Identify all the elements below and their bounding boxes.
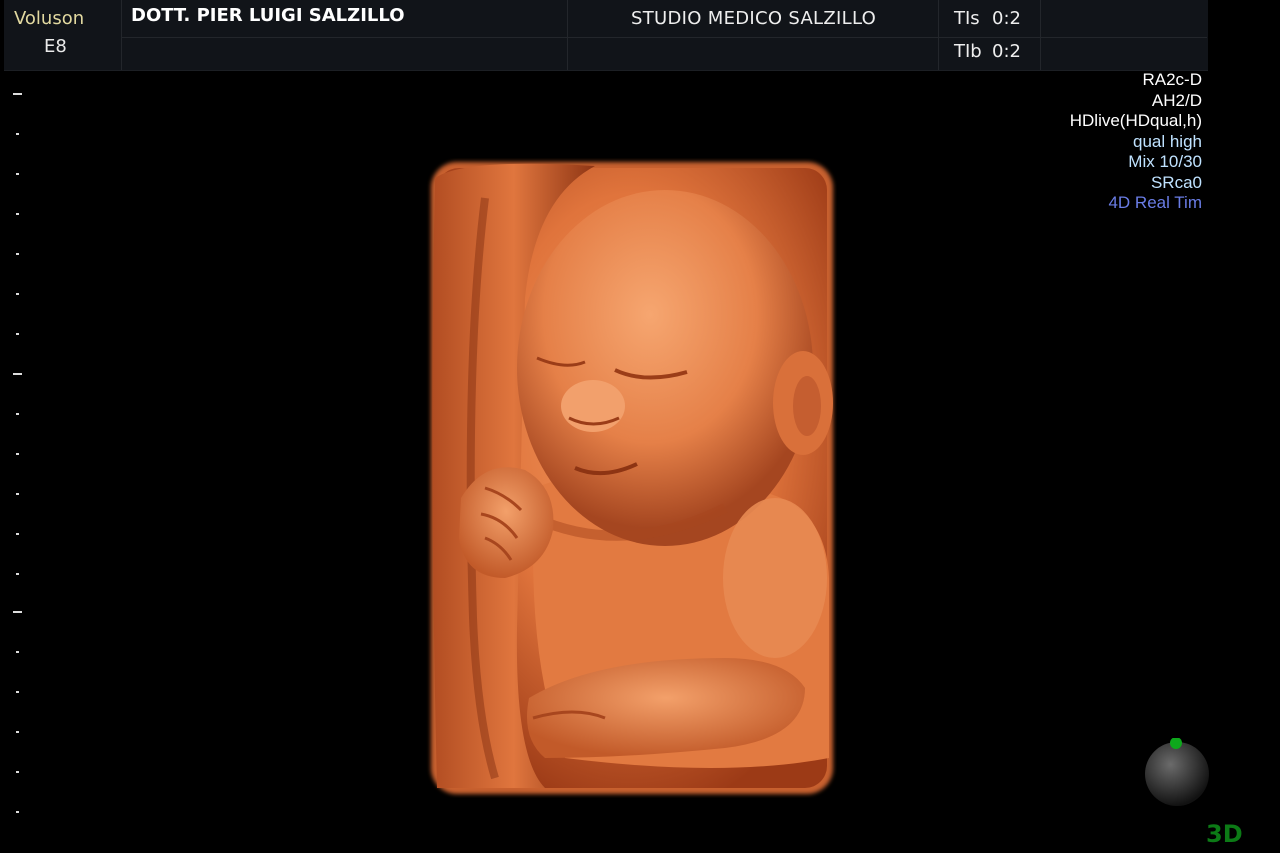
- scale-tick: [16, 493, 19, 495]
- scale-tick: [16, 533, 19, 535]
- scale-tick: [16, 731, 19, 733]
- fetal-3d-render: [431, 162, 833, 794]
- tib-value: 0:2: [992, 41, 1021, 62]
- scale-tick: [16, 333, 19, 335]
- srca-label: SRca0: [1150, 172, 1202, 192]
- studio-name: STUDIO MEDICO SALZILLO: [631, 8, 877, 29]
- scale-tick: [16, 651, 19, 653]
- orientation-sphere-icon[interactable]: [1144, 738, 1212, 808]
- mode-3d-label: 3D: [1206, 820, 1243, 848]
- scale-tick: [16, 173, 19, 175]
- fetal-head: [517, 190, 813, 546]
- brand-model: E8: [44, 36, 67, 57]
- scale-tick: [16, 133, 19, 135]
- tis-readout: TIs 0:2: [954, 8, 1021, 29]
- scale-tick: [13, 611, 22, 613]
- preset-label: AH2/D: [1151, 90, 1202, 110]
- doctor-name: DOTT. PIER LUIGI SALZILLO: [131, 5, 405, 26]
- scale-tick: [16, 811, 19, 813]
- scale-tick: [16, 453, 19, 455]
- scale-tick: [13, 93, 22, 95]
- doctor-cell: DOTT. PIER LUIGI SALZILLO: [121, 0, 568, 70]
- scale-tick: [16, 573, 19, 575]
- tib-label: TIb: [954, 41, 982, 62]
- tis-value: 0:2: [992, 8, 1021, 29]
- scale-tick: [16, 691, 19, 693]
- empty-cell: [1040, 0, 1207, 70]
- scale-tick: [13, 373, 22, 375]
- thermal-index-cell: TIs 0:2 TIb 0:2: [938, 0, 1041, 70]
- scale-tick: [16, 413, 19, 415]
- mix-label: Mix 10/30: [1128, 152, 1202, 171]
- acquisition-info-panel: RA2c-D AH2/D HDlive(HDqual,h) qual high …: [1070, 70, 1202, 214]
- mode-label: 4D Real Tim: [1108, 193, 1202, 212]
- header-bar: Voluson E8 DOTT. PIER LUIGI SALZILLO STU…: [4, 0, 1208, 71]
- scale-tick: [16, 293, 19, 295]
- tis-label: TIs: [954, 8, 980, 29]
- scale-tick: [16, 771, 19, 773]
- probe-label: RA2c-D: [1142, 70, 1202, 89]
- render-mode-label: HDlive(HDqual,h): [1069, 111, 1202, 130]
- depth-scale: [13, 0, 25, 853]
- tib-readout: TIb 0:2: [954, 41, 1021, 62]
- studio-cell: STUDIO MEDICO SALZILLO: [567, 0, 939, 70]
- scale-tick: [16, 253, 19, 255]
- quality-label: qual high: [1132, 131, 1202, 151]
- scale-tick: [16, 213, 19, 215]
